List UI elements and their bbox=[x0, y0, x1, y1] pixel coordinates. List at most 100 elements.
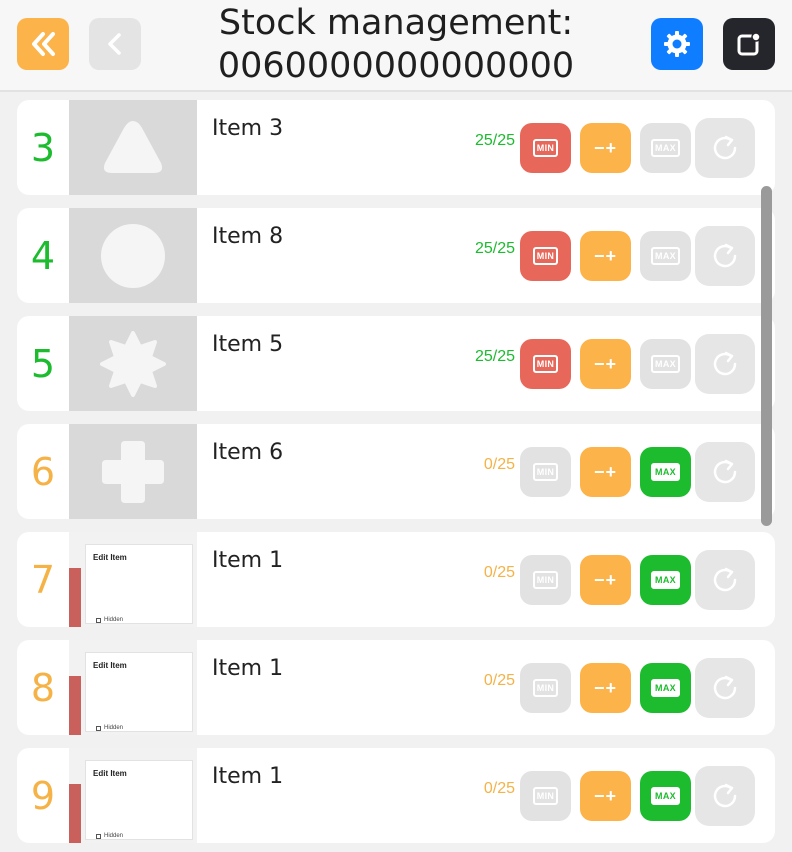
reset-button[interactable] bbox=[695, 226, 755, 286]
item-name: Item 1 bbox=[212, 656, 284, 681]
stock-item-list[interactable]: 3 Item 3 25/25 MIN −+ MAX 4 Item 8 25/25… bbox=[0, 94, 792, 852]
plus-minus-label: −+ bbox=[593, 245, 618, 266]
reset-button[interactable] bbox=[695, 118, 755, 178]
plus-minus-label: −+ bbox=[593, 353, 618, 374]
max-button[interactable]: MAX bbox=[640, 339, 691, 389]
settings-button[interactable] bbox=[651, 18, 703, 70]
item-index: 6 bbox=[30, 449, 56, 494]
min-button[interactable]: MIN bbox=[520, 123, 571, 173]
item-name: Item 1 bbox=[212, 548, 284, 573]
max-button[interactable]: MAX bbox=[640, 231, 691, 281]
stock-count: 25/25 bbox=[474, 132, 515, 149]
max-label: MAX bbox=[651, 139, 680, 157]
list-item[interactable]: 4 Item 8 25/25 MIN −+ MAX bbox=[17, 208, 775, 303]
refresh-icon bbox=[713, 567, 737, 592]
plus-minus-button[interactable]: −+ bbox=[580, 771, 631, 821]
double-chevron-left-icon bbox=[32, 32, 55, 56]
stock-count: 0/25 bbox=[483, 780, 515, 797]
plus-minus-label: −+ bbox=[593, 137, 618, 158]
min-button[interactable]: MIN bbox=[520, 447, 571, 497]
max-button[interactable]: MAX bbox=[640, 123, 691, 173]
list-item[interactable]: 9 Edit Item Hidden Item 1 0/25 MIN −+ MA… bbox=[17, 748, 775, 843]
thumbnail-panel: Edit Item Hidden bbox=[85, 652, 193, 732]
star-shape-icon bbox=[100, 330, 166, 397]
plus-minus-label: −+ bbox=[593, 785, 618, 806]
min-button[interactable]: MIN bbox=[520, 555, 571, 605]
plus-minus-button[interactable]: −+ bbox=[580, 231, 631, 281]
list-item[interactable]: 7 Edit Item Hidden Item 1 0/25 MIN −+ MA… bbox=[17, 532, 775, 627]
reset-button[interactable] bbox=[695, 550, 755, 610]
plus-minus-button[interactable]: −+ bbox=[580, 663, 631, 713]
max-label: MAX bbox=[651, 679, 680, 697]
checkbox-icon bbox=[96, 726, 101, 731]
stock-count: 25/25 bbox=[474, 240, 515, 257]
reset-button[interactable] bbox=[695, 658, 755, 718]
item-thumbnail bbox=[69, 424, 197, 519]
thumbnail-checkbox: Hidden bbox=[96, 833, 123, 839]
max-label: MAX bbox=[651, 787, 680, 805]
min-button[interactable]: MIN bbox=[520, 771, 571, 821]
plus-minus-button[interactable]: −+ bbox=[580, 339, 631, 389]
plus-minus-button[interactable]: −+ bbox=[580, 555, 631, 605]
stock-count: 0/25 bbox=[483, 456, 515, 473]
max-button[interactable]: MAX bbox=[640, 663, 691, 713]
stock-count: 25/25 bbox=[474, 348, 515, 365]
min-label: MIN bbox=[532, 247, 559, 265]
back-button[interactable] bbox=[89, 18, 141, 70]
reset-button[interactable] bbox=[695, 334, 755, 394]
screenshot-thumbnail: Edit Item Hidden bbox=[69, 640, 197, 735]
item-thumbnail: Edit Item Hidden bbox=[69, 532, 197, 627]
list-item[interactable]: 3 Item 3 25/25 MIN −+ MAX bbox=[17, 100, 775, 195]
max-label: MAX bbox=[651, 355, 680, 373]
min-label: MIN bbox=[532, 463, 559, 481]
gear-icon bbox=[664, 31, 690, 57]
max-button[interactable]: MAX bbox=[640, 771, 691, 821]
item-thumbnail bbox=[69, 316, 197, 411]
item-name: Item 5 bbox=[212, 332, 284, 357]
checkbox-icon bbox=[96, 618, 101, 623]
list-item[interactable]: 8 Edit Item Hidden Item 1 0/25 MIN −+ MA… bbox=[17, 640, 775, 735]
thumbnail-checkbox: Hidden bbox=[96, 725, 123, 731]
item-index: 7 bbox=[30, 557, 56, 602]
stock-count: 0/25 bbox=[483, 672, 515, 689]
max-label: MAX bbox=[651, 247, 680, 265]
item-name: Item 3 bbox=[212, 116, 284, 141]
thumbnail-sidebar bbox=[69, 568, 81, 627]
open-window-button[interactable] bbox=[723, 18, 775, 70]
max-label: MAX bbox=[651, 463, 680, 481]
min-button[interactable]: MIN bbox=[520, 339, 571, 389]
min-button[interactable]: MIN bbox=[520, 231, 571, 281]
plus-minus-button[interactable]: −+ bbox=[580, 447, 631, 497]
min-label: MIN bbox=[532, 139, 559, 157]
item-index: 3 bbox=[30, 125, 56, 170]
checkbox-icon bbox=[96, 834, 101, 839]
plus-minus-button[interactable]: −+ bbox=[580, 123, 631, 173]
plus-minus-label: −+ bbox=[593, 569, 618, 590]
thumbnail-title: Edit Item bbox=[93, 661, 127, 670]
item-thumbnail bbox=[69, 100, 197, 195]
list-scrollbar[interactable] bbox=[761, 186, 772, 526]
refresh-icon bbox=[713, 243, 737, 268]
min-label: MIN bbox=[532, 355, 559, 373]
min-label: MIN bbox=[532, 679, 559, 697]
triangle-shape-icon bbox=[103, 120, 163, 173]
reset-button[interactable] bbox=[695, 442, 755, 502]
list-item[interactable]: 6 Item 6 0/25 MIN −+ MAX bbox=[17, 424, 775, 519]
min-label: MIN bbox=[532, 571, 559, 589]
reset-button[interactable] bbox=[695, 766, 755, 826]
back-to-start-button[interactable] bbox=[17, 18, 69, 70]
max-label: MAX bbox=[651, 571, 680, 589]
cross-shape-icon bbox=[102, 440, 164, 503]
max-button[interactable]: MAX bbox=[640, 555, 691, 605]
chevron-left-icon bbox=[108, 33, 121, 55]
stock-count: 0/25 bbox=[483, 564, 515, 581]
list-item[interactable]: 5 Item 5 25/25 MIN −+ MAX bbox=[17, 316, 775, 411]
screenshot-thumbnail: Edit Item Hidden bbox=[69, 748, 197, 843]
max-button[interactable]: MAX bbox=[640, 447, 691, 497]
thumbnail-panel: Edit Item Hidden bbox=[85, 760, 193, 840]
page-title: Stock management: 0060000000000000 bbox=[217, 3, 575, 86]
thumbnail-title: Edit Item bbox=[93, 769, 127, 778]
open-window-icon bbox=[737, 32, 761, 56]
min-button[interactable]: MIN bbox=[520, 663, 571, 713]
item-index: 9 bbox=[30, 773, 56, 818]
